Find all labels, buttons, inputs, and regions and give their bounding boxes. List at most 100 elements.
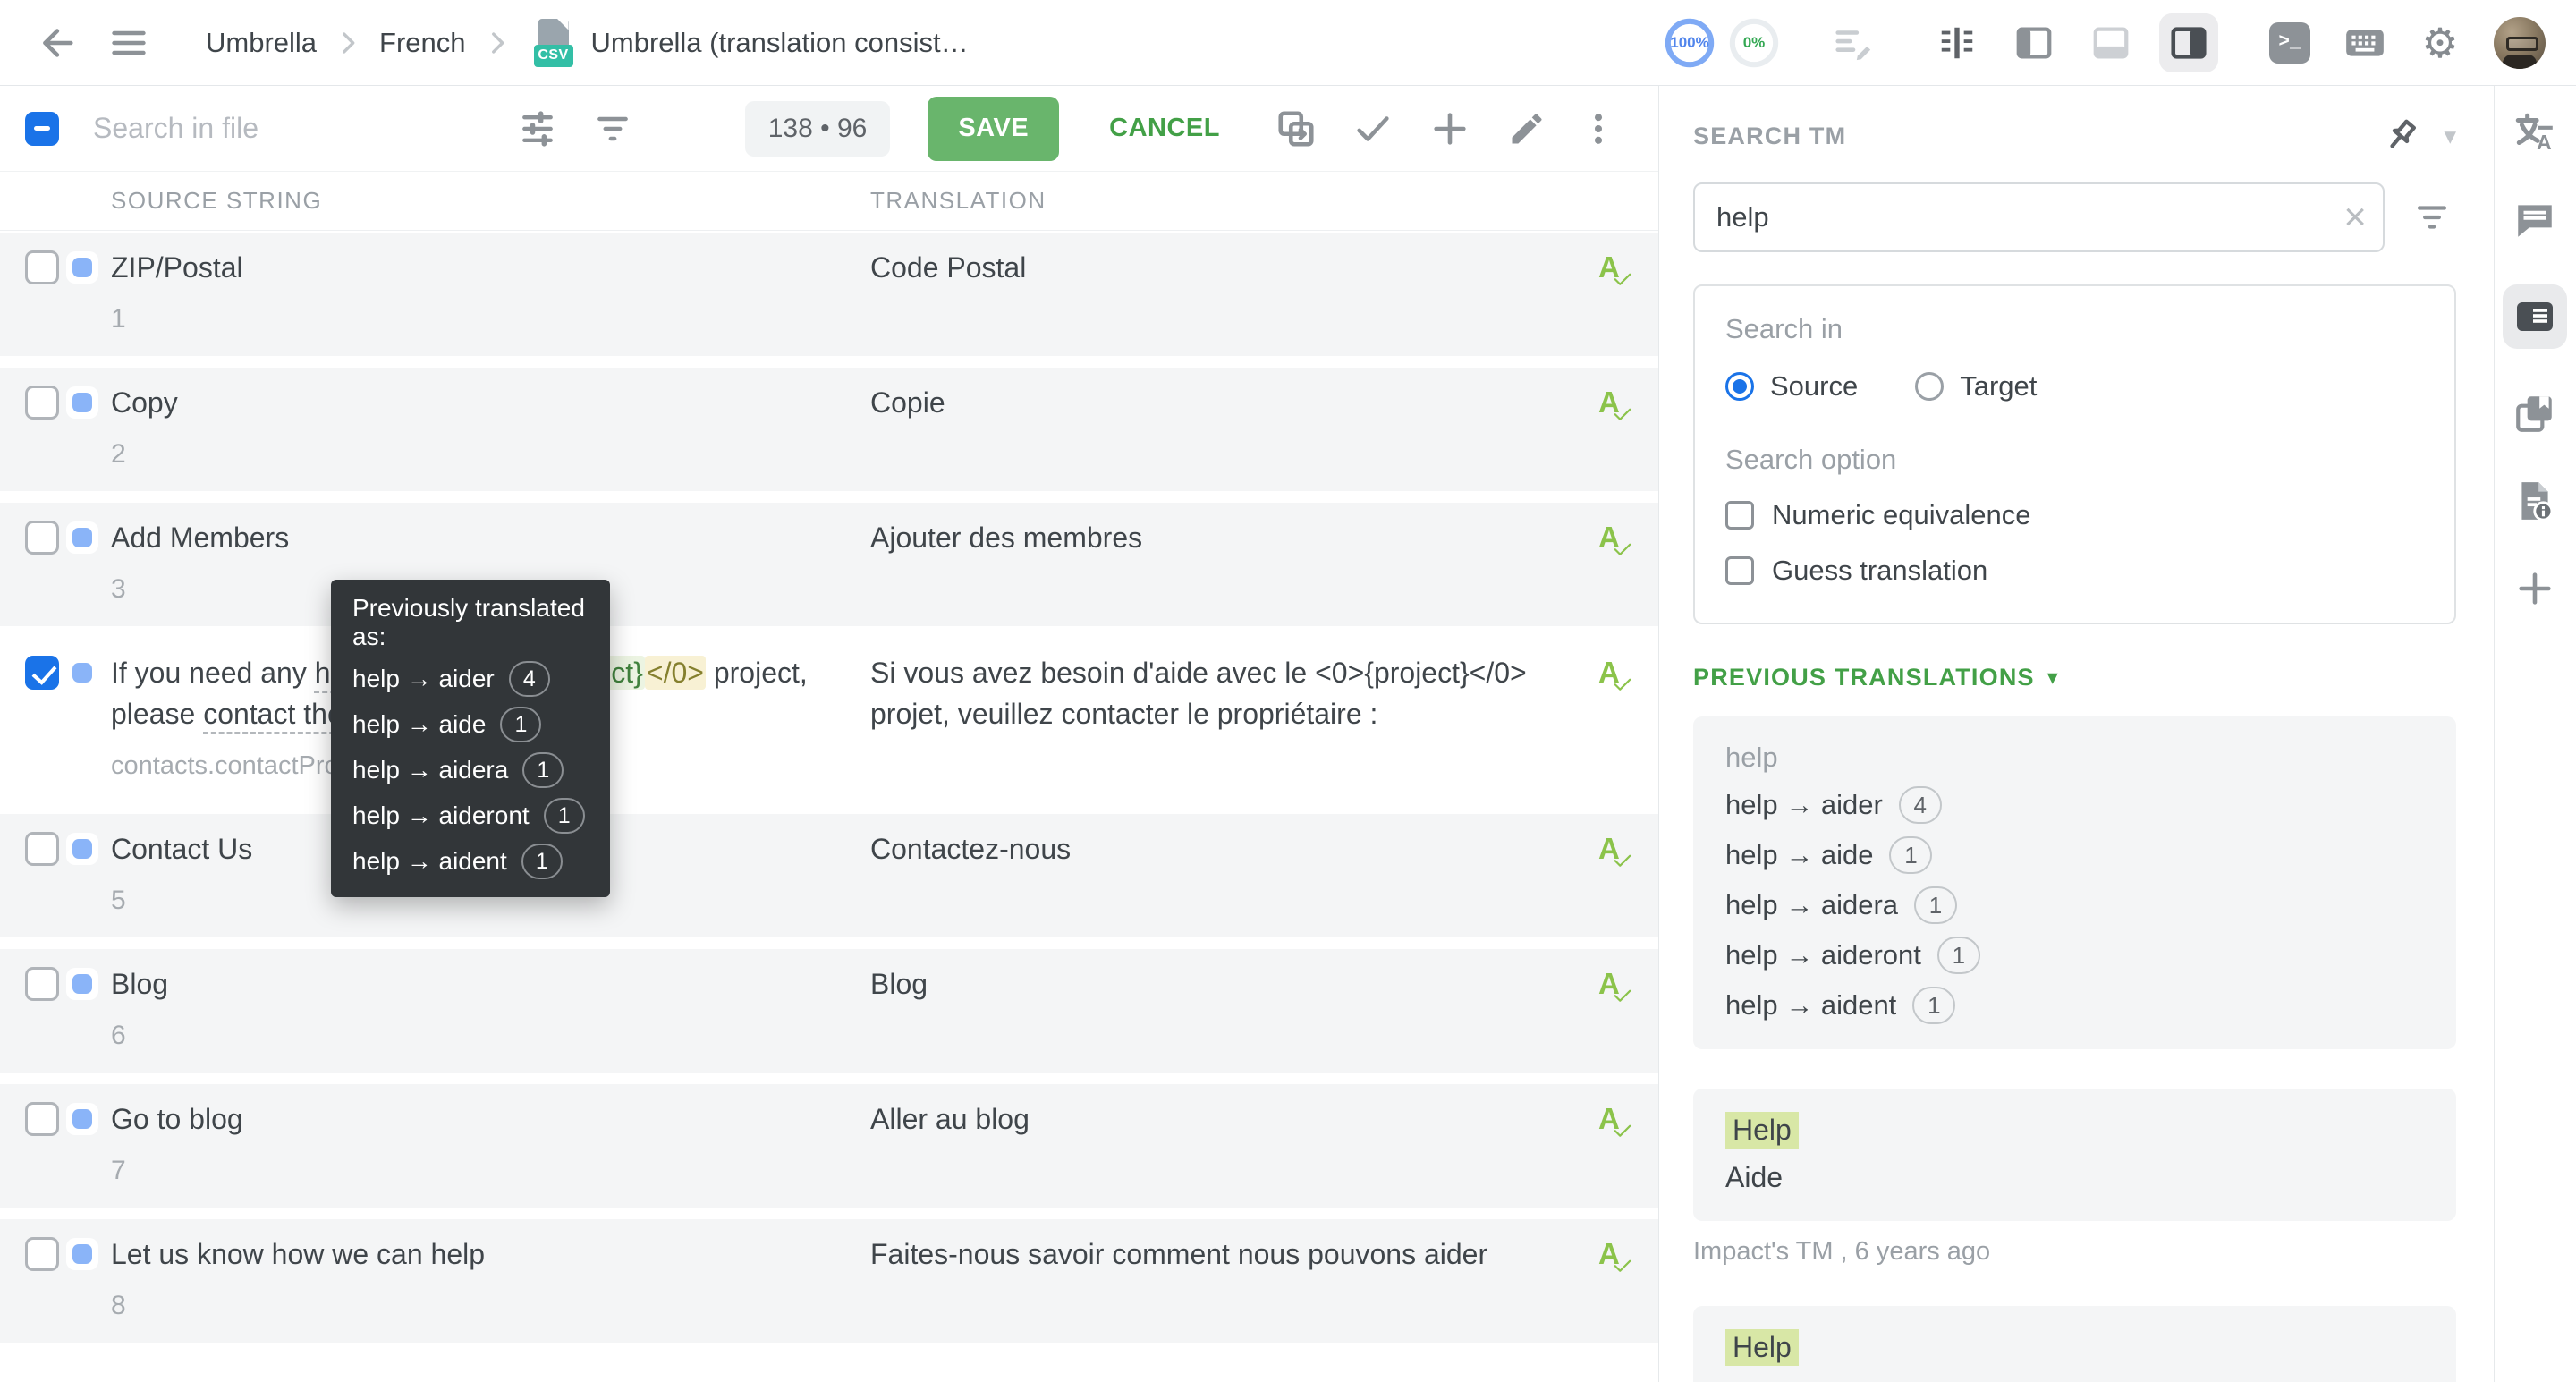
approved-progress-ring[interactable]: 0% <box>1728 17 1780 69</box>
spellcheck-icon <box>1598 656 1638 700</box>
left-panel-view-icon[interactable] <box>2009 18 2059 68</box>
spellcheck-icon <box>1598 1237 1638 1282</box>
previous-translations-header[interactable]: PREVIOUS TRANSLATIONS▾ <box>1693 664 2456 691</box>
tm-result[interactable]: Help Aide Impact's TM <box>1693 1306 2456 1382</box>
table-row[interactable]: Blog 6 Blog <box>0 949 1658 1073</box>
row-checkbox-checked[interactable] <box>25 656 59 690</box>
translation-text: Ajouter des membres <box>870 517 1578 558</box>
row-checkbox[interactable] <box>25 832 59 866</box>
string-id: 8 <box>111 1285 835 1327</box>
radio-source[interactable]: Source <box>1725 370 1858 403</box>
row-checkbox[interactable] <box>25 1102 59 1136</box>
tm-result[interactable]: Help Aide Impact's TM , 6 years ago <box>1693 1089 2456 1267</box>
table-row[interactable]: Add Members 3 Ajouter des membres <box>0 503 1658 626</box>
add-string-icon[interactable] <box>1426 105 1474 153</box>
row-checkbox[interactable] <box>25 386 59 420</box>
table-row[interactable]: Let us know how we can help 8 Faites-nou… <box>0 1219 1658 1343</box>
translation-text: Contactez-nous <box>870 828 1578 869</box>
search-tm-tab-active[interactable] <box>2503 284 2567 349</box>
glossary-icon[interactable] <box>2512 390 2558 437</box>
count-badge: 1 <box>521 844 563 879</box>
source-text: Contact Us <box>111 833 252 865</box>
status-dot <box>66 1238 98 1270</box>
search-in-file-input[interactable]: Search in file <box>93 112 513 145</box>
bottom-panel-view-icon[interactable] <box>2086 18 2136 68</box>
chevron-down-icon: ▾ <box>2047 665 2058 691</box>
search-tm-panel: SEARCH TM ▾ help × Search in Source Targ… <box>1659 86 2495 1382</box>
pin-icon[interactable] <box>2381 116 2420 156</box>
table-row[interactable]: Contact Us 5 Contactez-nous <box>0 814 1658 937</box>
edit-pencil-icon[interactable] <box>1503 105 1551 153</box>
tm-result-target: Aide <box>1725 1378 2424 1382</box>
save-button[interactable]: SAVE <box>928 97 1059 161</box>
status-dot <box>66 833 98 865</box>
cancel-button[interactable]: CANCEL <box>1109 114 1220 143</box>
menu-icon[interactable] <box>104 18 154 68</box>
search-option-label: Search option <box>1725 444 2424 476</box>
tune-filters-icon[interactable] <box>513 105 562 153</box>
count-badge: 1 <box>1889 836 1932 874</box>
select-all-checkbox[interactable] <box>25 112 59 146</box>
add-panel-icon[interactable] <box>2512 565 2558 612</box>
side-by-side-view-icon[interactable] <box>1932 18 1982 68</box>
breadcrumb-language[interactable]: French <box>379 27 465 59</box>
tooltip-item: help → aide1 <box>352 707 589 742</box>
tm-result-source: Help <box>1725 1112 1799 1149</box>
checkbox-guess-translation[interactable]: Guess translation <box>1725 555 2424 587</box>
comments-icon[interactable] <box>2512 197 2558 243</box>
file-info-icon[interactable] <box>2512 478 2558 524</box>
right-panel-view-active[interactable] <box>2159 13 2218 72</box>
edit-list-icon[interactable] <box>1828 18 1878 68</box>
chevron-down-icon[interactable]: ▾ <box>2444 123 2456 150</box>
breadcrumb-project[interactable]: Umbrella <box>206 27 317 59</box>
source-text: ZIP/Postal <box>111 251 243 284</box>
count-badge: 1 <box>1937 937 1980 974</box>
spellcheck-icon <box>1598 832 1638 877</box>
row-checkbox[interactable] <box>25 250 59 284</box>
column-translation-label: TRANSLATION <box>870 187 1578 215</box>
prev-item[interactable]: help → aident1 <box>1725 987 2424 1024</box>
table-row-selected[interactable]: If you need any help with the <0>{projec… <box>0 638 1658 802</box>
clear-icon[interactable]: × <box>2343 198 2367 237</box>
checkbox-numeric-equivalence[interactable]: Numeric equivalence <box>1725 499 2424 531</box>
row-checkbox[interactable] <box>25 1237 59 1271</box>
spellcheck-icon <box>1598 1102 1638 1147</box>
csv-file-icon: CSV <box>534 19 573 67</box>
tooltip-title: Previously translated as: <box>352 594 589 651</box>
terminal-icon[interactable]: >_ <box>2265 18 2315 68</box>
translation-text: Blog <box>870 963 1578 1005</box>
search-in-label: Search in <box>1725 313 2424 345</box>
table-row[interactable]: Copy 2 Copie <box>0 368 1658 491</box>
copy-source-icon[interactable] <box>1272 105 1320 153</box>
row-checkbox[interactable] <box>25 521 59 555</box>
filter-icon[interactable] <box>589 105 637 153</box>
tm-filter-icon[interactable] <box>2408 193 2456 242</box>
status-dot <box>66 968 98 1000</box>
source-text: Add Members <box>111 521 289 554</box>
editor-main: Search in file 138 • 96 SAVE CANCEL <box>0 86 1659 1382</box>
prev-item[interactable]: help → aidera1 <box>1725 886 2424 924</box>
tm-result-meta: Impact's TM , 6 years ago <box>1693 1237 2456 1267</box>
keyboard-icon[interactable] <box>2340 18 2390 68</box>
table-row[interactable]: Go to blog 7 Aller au blog <box>0 1084 1658 1208</box>
radio-target[interactable]: Target <box>1915 370 2037 403</box>
gear-icon[interactable]: ⚙ <box>2415 18 2465 68</box>
avatar[interactable] <box>2494 17 2546 69</box>
row-checkbox[interactable] <box>25 967 59 1001</box>
spellcheck-icon <box>1598 521 1638 565</box>
approve-check-icon[interactable] <box>1349 105 1397 153</box>
prev-item[interactable]: help → aider4 <box>1725 786 2424 824</box>
tm-query: help <box>1716 201 1769 233</box>
translated-progress-ring[interactable]: 100% <box>1664 17 1716 69</box>
previous-translations-card: help help → aider4 help → aide1 help → a… <box>1693 716 2456 1049</box>
csv-file-type-label: CSV <box>534 45 573 67</box>
prev-item[interactable]: help → aide1 <box>1725 836 2424 874</box>
table-row[interactable]: ZIP/Postal 1 Code Postal <box>0 233 1658 356</box>
prev-item[interactable]: help → aideront1 <box>1725 937 2424 974</box>
back-button[interactable] <box>30 18 80 68</box>
tm-search-input[interactable]: help × <box>1693 182 2385 252</box>
more-kebab-icon[interactable] <box>1574 105 1623 153</box>
file-title[interactable]: Umbrella (translation consist… <box>591 27 969 59</box>
translation-text: Copie <box>870 382 1578 423</box>
translate-icon[interactable]: A <box>2512 109 2558 156</box>
